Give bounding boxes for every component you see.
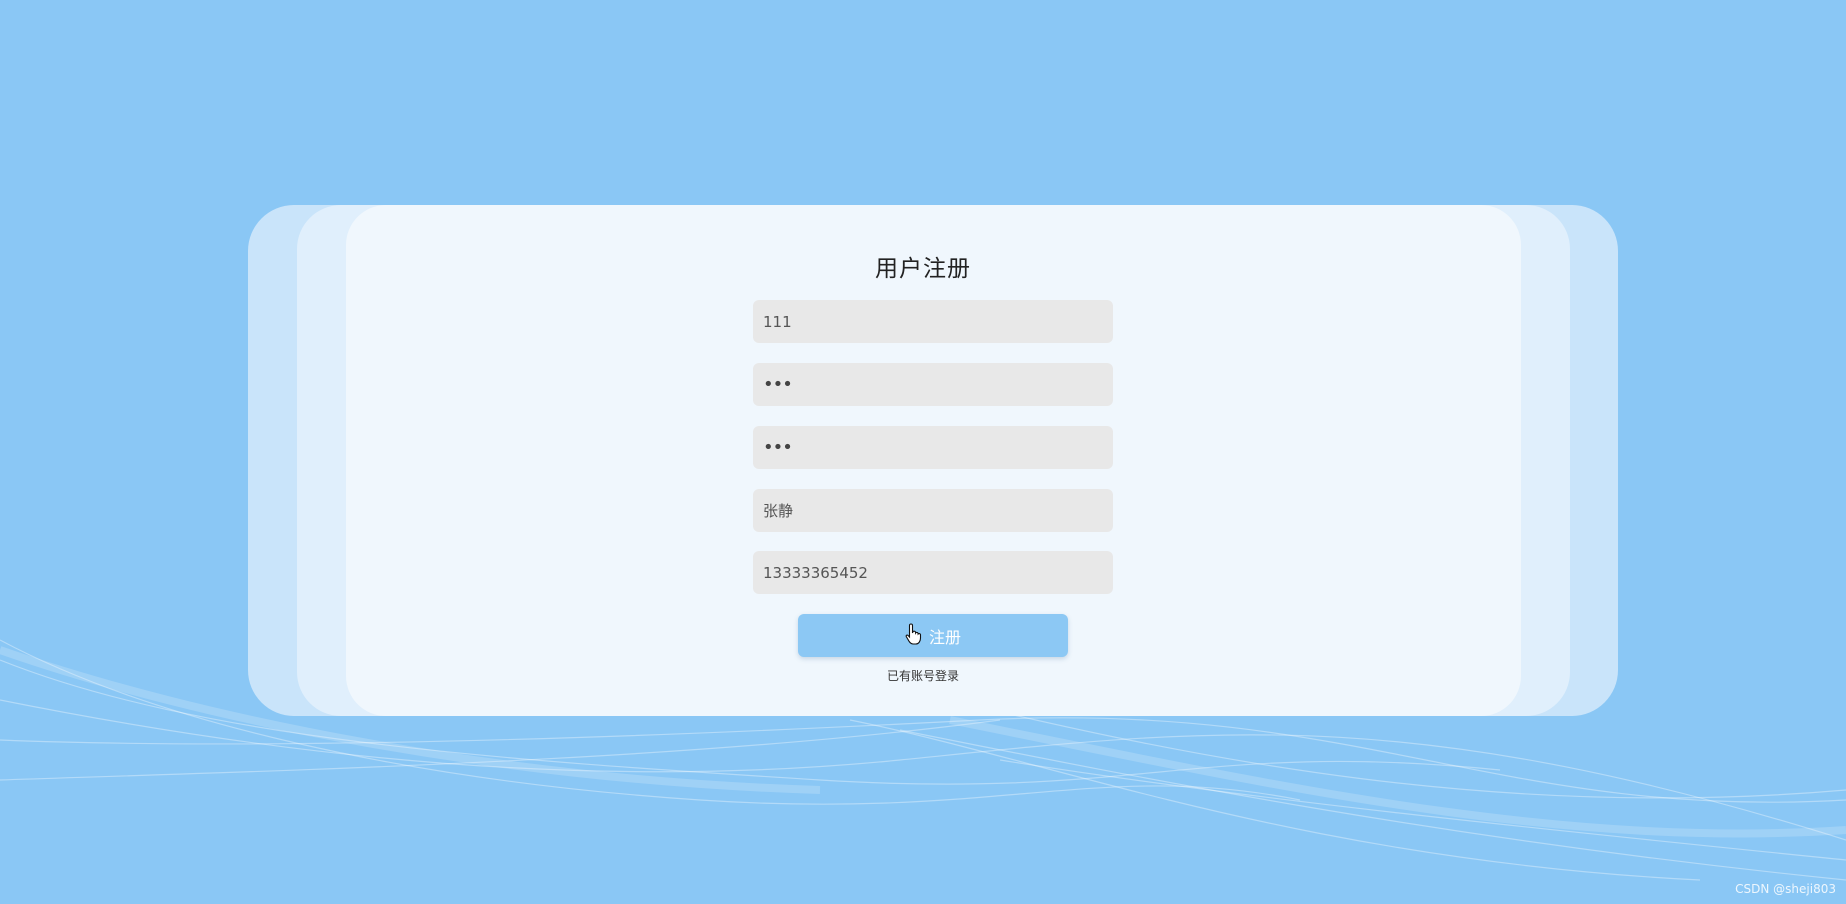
real-name-input[interactable]: 张静 [753,489,1113,532]
register-button[interactable]: 注册 [798,614,1068,657]
username-input[interactable]: 111 [753,300,1113,343]
register-button-label: 注册 [928,627,961,647]
password-input[interactable]: ••• [753,363,1113,406]
hand-pointer-icon [905,622,923,645]
login-link[interactable]: 已有账号登录 [0,667,1846,684]
page-title: 用户注册 [875,256,971,282]
watermark: CSDN @sheji803 [1735,882,1836,896]
phone-input[interactable]: 13333365452 [753,551,1113,594]
confirm-password-input[interactable]: ••• [753,426,1113,469]
